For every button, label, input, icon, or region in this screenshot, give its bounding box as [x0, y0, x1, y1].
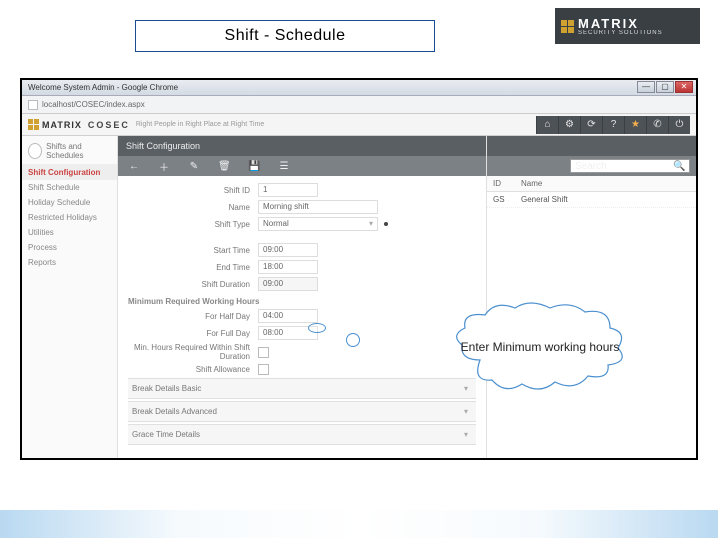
address-bar[interactable]: localhost/COSEC/index.aspx	[22, 96, 696, 114]
name-input[interactable]: Morning shift	[258, 200, 378, 214]
brand-sub: SECURITY SOLUTIONS	[578, 30, 663, 36]
window-titlebar: Welcome System Admin - Google Chrome — ▢…	[22, 80, 696, 96]
toolbar-save-icon[interactable]: 💾	[248, 161, 260, 172]
start-time-input[interactable]: 09:00	[258, 243, 318, 257]
sidebar-item-restricted-holidays[interactable]: Restricted Holidays	[22, 210, 117, 225]
window-max-button[interactable]: ▢	[656, 81, 674, 93]
list-header: ID Name	[487, 176, 696, 192]
app-tagline: Right People in Right Place at Right Tim…	[136, 121, 264, 128]
sidebar-item-reports[interactable]: Reports	[22, 255, 117, 270]
min-within-label: Min. Hours Required Within Shift Duratio…	[128, 343, 258, 361]
start-time-label: Start Time	[128, 246, 258, 255]
callout-text: Enter Minimum working hours	[461, 340, 620, 356]
gear-icon[interactable]: ⚙	[558, 116, 580, 134]
list-item[interactable]: GS General Shift	[487, 192, 696, 208]
help-icon[interactable]: ?	[602, 116, 624, 134]
footer-gradient	[0, 510, 718, 538]
half-day-label: For Half Day	[128, 312, 258, 321]
toolbar-edit-icon[interactable]: ✎	[188, 161, 200, 172]
sidebar: Shifts and Schedules Shift Configuration…	[22, 136, 118, 458]
shift-duration-output: 09:00	[258, 277, 318, 291]
section-min-hours: Minimum Required Working Hours	[128, 297, 476, 306]
phone-icon[interactable]: ✆	[646, 116, 668, 134]
sidebar-item-shift-config[interactable]: Shift Configuration	[22, 165, 117, 180]
marker-dot-icon	[384, 222, 388, 226]
power-icon[interactable]: ⏻	[668, 116, 690, 134]
brand-logo-top: MATRIXSECURITY SOLUTIONS	[555, 8, 700, 44]
app-header: MATRIX COSEC Right People in Right Place…	[22, 114, 696, 136]
star-icon[interactable]: ★	[624, 116, 646, 134]
shift-allowance-label: Shift Allowance	[128, 365, 258, 374]
callout-marker-2	[346, 333, 360, 347]
toolbar-back-icon[interactable]: ←	[128, 161, 140, 172]
shift-allowance-checkbox[interactable]	[258, 364, 269, 375]
form-header: Shift Configuration	[118, 136, 486, 156]
accordion-break-advanced[interactable]: Break Details Advanced	[128, 401, 476, 422]
sidebar-item-process[interactable]: Process	[22, 240, 117, 255]
brand-name: MATRIX	[578, 17, 663, 30]
refresh-icon[interactable]: ⟳	[580, 116, 602, 134]
half-day-input[interactable]: 04:00	[258, 309, 318, 323]
search-input[interactable]: Search 🔍	[570, 159, 690, 173]
shift-type-label: Shift Type	[128, 220, 258, 229]
toolbar-add-icon[interactable]: ＋	[158, 159, 170, 174]
full-day-label: For Full Day	[128, 329, 258, 338]
accordion-break-basic[interactable]: Break Details Basic	[128, 378, 476, 399]
window-title: Welcome System Admin - Google Chrome	[28, 83, 178, 92]
name-label: Name	[128, 203, 258, 212]
sidebar-item-holiday-schedule[interactable]: Holiday Schedule	[22, 195, 117, 210]
accordion-grace-time[interactable]: Grace Time Details	[128, 424, 476, 445]
url-text: localhost/COSEC/index.aspx	[42, 100, 145, 109]
window-min-button[interactable]: —	[637, 81, 655, 93]
shift-duration-label: Shift Duration	[128, 280, 258, 289]
app-product: COSEC	[88, 120, 130, 130]
shift-id-input[interactable]: 1	[258, 183, 318, 197]
home-icon[interactable]: ⌂	[536, 116, 558, 134]
callout-marker-1	[308, 323, 326, 333]
callout-cloud: Enter Minimum working hours	[450, 300, 630, 395]
toolbar-list-icon[interactable]: ☰	[278, 161, 290, 172]
shift-type-select[interactable]: Normal	[258, 217, 378, 231]
min-within-checkbox[interactable]	[258, 347, 269, 358]
browser-window: Welcome System Admin - Google Chrome — ▢…	[20, 78, 698, 460]
window-close-button[interactable]: ✕	[675, 81, 693, 93]
end-time-label: End Time	[128, 263, 258, 272]
sidebar-module[interactable]: Shifts and Schedules	[22, 136, 117, 165]
slide-title: Shift - Schedule	[135, 20, 435, 52]
sidebar-item-utilities[interactable]: Utilities	[22, 225, 117, 240]
shift-id-label: Shift ID	[128, 186, 258, 195]
page-icon	[28, 100, 38, 110]
app-brand-logo: MATRIX	[28, 119, 82, 130]
end-time-input[interactable]: 18:00	[258, 260, 318, 274]
search-icon: 🔍	[673, 161, 685, 172]
module-icon	[28, 143, 42, 159]
form-toolbar: ← ＋ ✎ 🗑 💾 ☰	[118, 156, 486, 176]
toolbar-delete-icon[interactable]: 🗑	[218, 161, 230, 172]
sidebar-item-shift-schedule[interactable]: Shift Schedule	[22, 180, 117, 195]
